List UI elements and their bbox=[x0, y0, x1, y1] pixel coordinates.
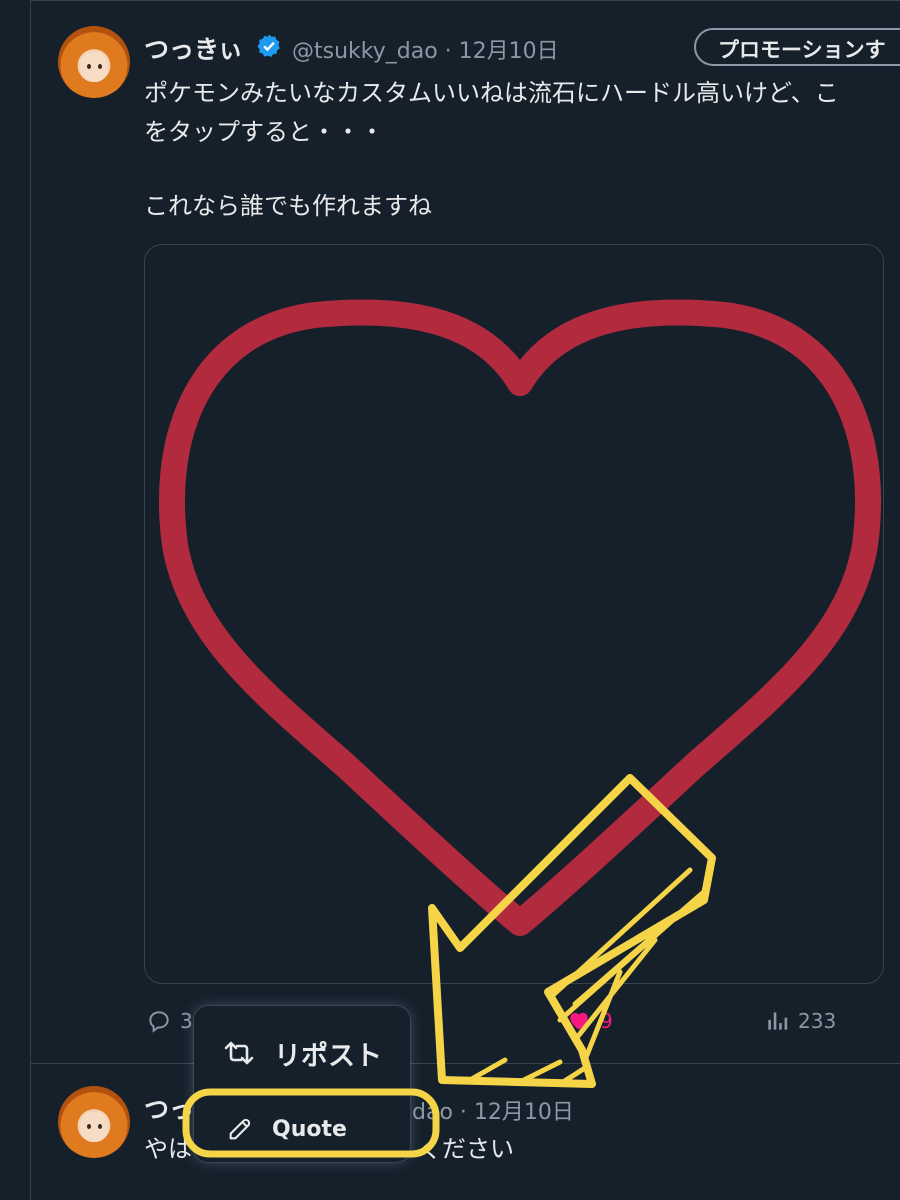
author-handle[interactable]: @tsukky_dao · 12月10日 bbox=[292, 33, 559, 65]
tweet-text-line3: これなら誰でも作れますね bbox=[144, 192, 432, 220]
promotion-button[interactable]: プロモーションす bbox=[694, 28, 900, 66]
timeline-border bbox=[30, 0, 31, 1200]
tweet-text-line1: ポケモンみたいなカスタムいいねは流石にハードル高いけど、こ bbox=[144, 79, 839, 107]
reply-count: 3 bbox=[180, 1009, 193, 1033]
pencil-icon bbox=[229, 1118, 251, 1140]
reply-avatar[interactable] bbox=[58, 1086, 130, 1158]
reply-text-start: やは bbox=[144, 1135, 192, 1163]
reply-icon bbox=[149, 1011, 169, 1033]
repost-menu-item[interactable]: リポスト bbox=[194, 1028, 410, 1078]
reply-handle-date[interactable]: dao · 12月10日 bbox=[412, 1094, 574, 1126]
like-button[interactable]: 9 bbox=[566, 1008, 613, 1034]
verified-badge-icon bbox=[257, 34, 280, 58]
tweet-media-image[interactable] bbox=[144, 244, 884, 984]
avatar[interactable] bbox=[58, 26, 130, 98]
repost-menu: リポスト Quote bbox=[194, 1006, 410, 1162]
views-count: 233 bbox=[798, 1009, 837, 1033]
views-icon bbox=[768, 1012, 788, 1030]
repost-icon bbox=[224, 1041, 254, 1065]
reply-author-name[interactable]: つっ bbox=[144, 1090, 194, 1126]
author-name[interactable]: つっきぃ bbox=[144, 30, 243, 66]
reply-button[interactable]: 3 bbox=[146, 1008, 193, 1034]
heart-outline-image bbox=[159, 299, 881, 936]
tweet-text-line2: をタップすると・・・ bbox=[144, 118, 384, 146]
quote-menu-item[interactable]: Quote bbox=[194, 1102, 410, 1156]
top-divider bbox=[30, 0, 900, 1]
reply-text-end: ください bbox=[418, 1135, 514, 1163]
tweet-date[interactable]: 12月10日 bbox=[459, 39, 559, 64]
repost-label: リポスト bbox=[274, 1040, 382, 1072]
quote-label: Quote bbox=[272, 1116, 347, 1142]
tweet-divider bbox=[30, 1063, 900, 1064]
heart-icon bbox=[570, 1012, 588, 1030]
like-count: 9 bbox=[600, 1009, 613, 1033]
views-button[interactable]: 233 bbox=[764, 1008, 836, 1034]
handle-text: @tsukky_dao bbox=[292, 39, 438, 64]
